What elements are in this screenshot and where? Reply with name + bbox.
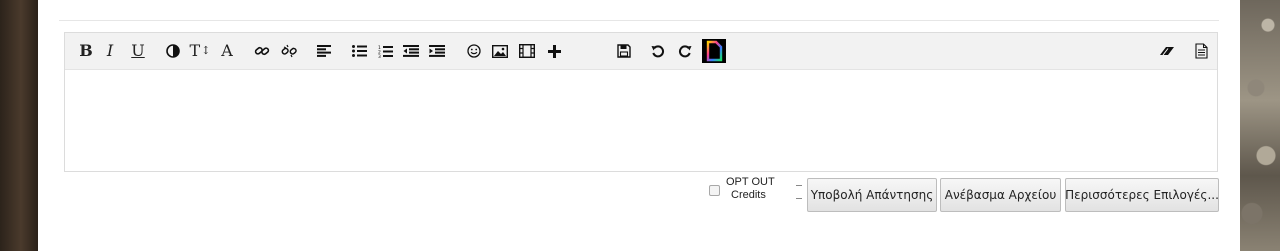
optout-credits[interactable]: OPT OUT Credits <box>709 176 799 206</box>
undo-icon[interactable] <box>646 38 670 64</box>
font-face-icon[interactable]: A <box>215 38 239 64</box>
underline-icon[interactable]: U <box>126 38 150 64</box>
indent-icon[interactable] <box>425 38 449 64</box>
align-left-icon[interactable] <box>312 38 336 64</box>
optout-checkbox[interactable] <box>709 185 720 196</box>
upload-file-button[interactable]: Ανέβασμα Αρχείου <box>940 178 1061 212</box>
font-size-icon[interactable]: T ↕ <box>188 38 212 64</box>
background-right <box>1240 0 1280 251</box>
divider <box>59 20 1219 21</box>
link-icon[interactable] <box>250 38 274 64</box>
source-document-icon[interactable] <box>1189 38 1213 64</box>
redo-icon[interactable] <box>673 38 697 64</box>
smiley-icon[interactable] <box>462 38 486 64</box>
background-left <box>0 0 38 251</box>
save-icon[interactable] <box>612 38 636 64</box>
editor-toolbar: B I U T ↕ A 123 <box>65 33 1217 70</box>
numbered-list-icon[interactable]: 123 <box>373 38 397 64</box>
reply-textarea[interactable] <box>65 69 1217 171</box>
separator-mark <box>796 185 802 199</box>
bold-icon[interactable]: B <box>74 38 98 64</box>
unlink-icon[interactable] <box>277 38 301 64</box>
svg-text:3: 3 <box>378 54 381 58</box>
color-contrast-icon[interactable] <box>161 38 185 64</box>
reply-panel: B I U T ↕ A 123 OPT OUT Credits Υποβολή … <box>38 0 1240 251</box>
document-icon[interactable] <box>702 37 726 65</box>
eraser-icon[interactable] <box>1155 38 1179 64</box>
image-icon[interactable] <box>488 38 512 64</box>
italic-icon[interactable]: I <box>98 38 122 64</box>
submit-reply-button[interactable]: Υποβολή Απάντησης <box>807 178 937 212</box>
reply-editor: B I U T ↕ A 123 <box>64 32 1218 172</box>
more-options-button[interactable]: Περισσότερες Επιλογές... <box>1065 178 1219 212</box>
outdent-icon[interactable] <box>399 38 423 64</box>
video-icon[interactable] <box>515 38 539 64</box>
optout-label: OPT OUT Credits <box>726 176 775 201</box>
bullet-list-icon[interactable] <box>347 38 371 64</box>
plus-icon[interactable] <box>542 38 566 64</box>
